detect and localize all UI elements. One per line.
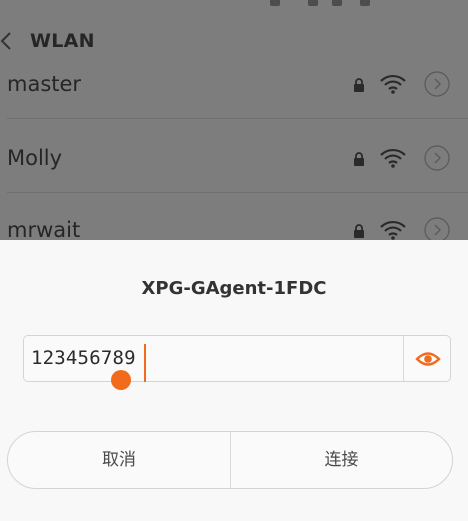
text-cursor-stem: [144, 372, 146, 382]
wifi-signal-icon: [380, 148, 406, 168]
wifi-password-dialog: XPG-GAgent-1FDC 123456789 取消 连接: [0, 240, 468, 521]
divider: [403, 336, 404, 381]
wifi-signal-icon: [380, 220, 406, 240]
text-cursor: [144, 344, 146, 372]
network-name: mrwait: [7, 218, 81, 242]
wifi-list-background: WLAN master Molly mrwait: [0, 0, 468, 243]
status-bar: [0, 0, 468, 10]
password-input-value[interactable]: 123456789: [31, 347, 136, 369]
eye-icon[interactable]: [415, 346, 441, 372]
status-icon: [360, 0, 370, 6]
chevron-left-icon[interactable]: [0, 32, 12, 50]
status-icon: [332, 0, 342, 6]
lock-icon: [354, 224, 364, 238]
dialog-title: XPG-GAgent-1FDC: [141, 278, 327, 299]
password-field[interactable]: 123456789: [23, 335, 451, 382]
lock-icon: [354, 78, 364, 92]
status-icon: [270, 0, 280, 6]
page-title: WLAN: [30, 30, 95, 52]
network-row-molly[interactable]: Molly: [0, 124, 468, 196]
lock-icon: [354, 152, 364, 166]
status-icon: [308, 0, 318, 6]
connect-button[interactable]: 连接: [231, 432, 452, 488]
network-row-master[interactable]: master: [0, 50, 468, 122]
chevron-right-circle-icon[interactable]: [424, 145, 450, 171]
text-selection-handle[interactable]: [111, 370, 131, 390]
wifi-signal-icon: [380, 74, 406, 94]
dialog-button-group: 取消 连接: [7, 431, 453, 489]
network-name: master: [7, 72, 82, 96]
chevron-right-circle-icon[interactable]: [424, 71, 450, 97]
cancel-button[interactable]: 取消: [8, 432, 230, 488]
network-name: Molly: [7, 146, 63, 170]
